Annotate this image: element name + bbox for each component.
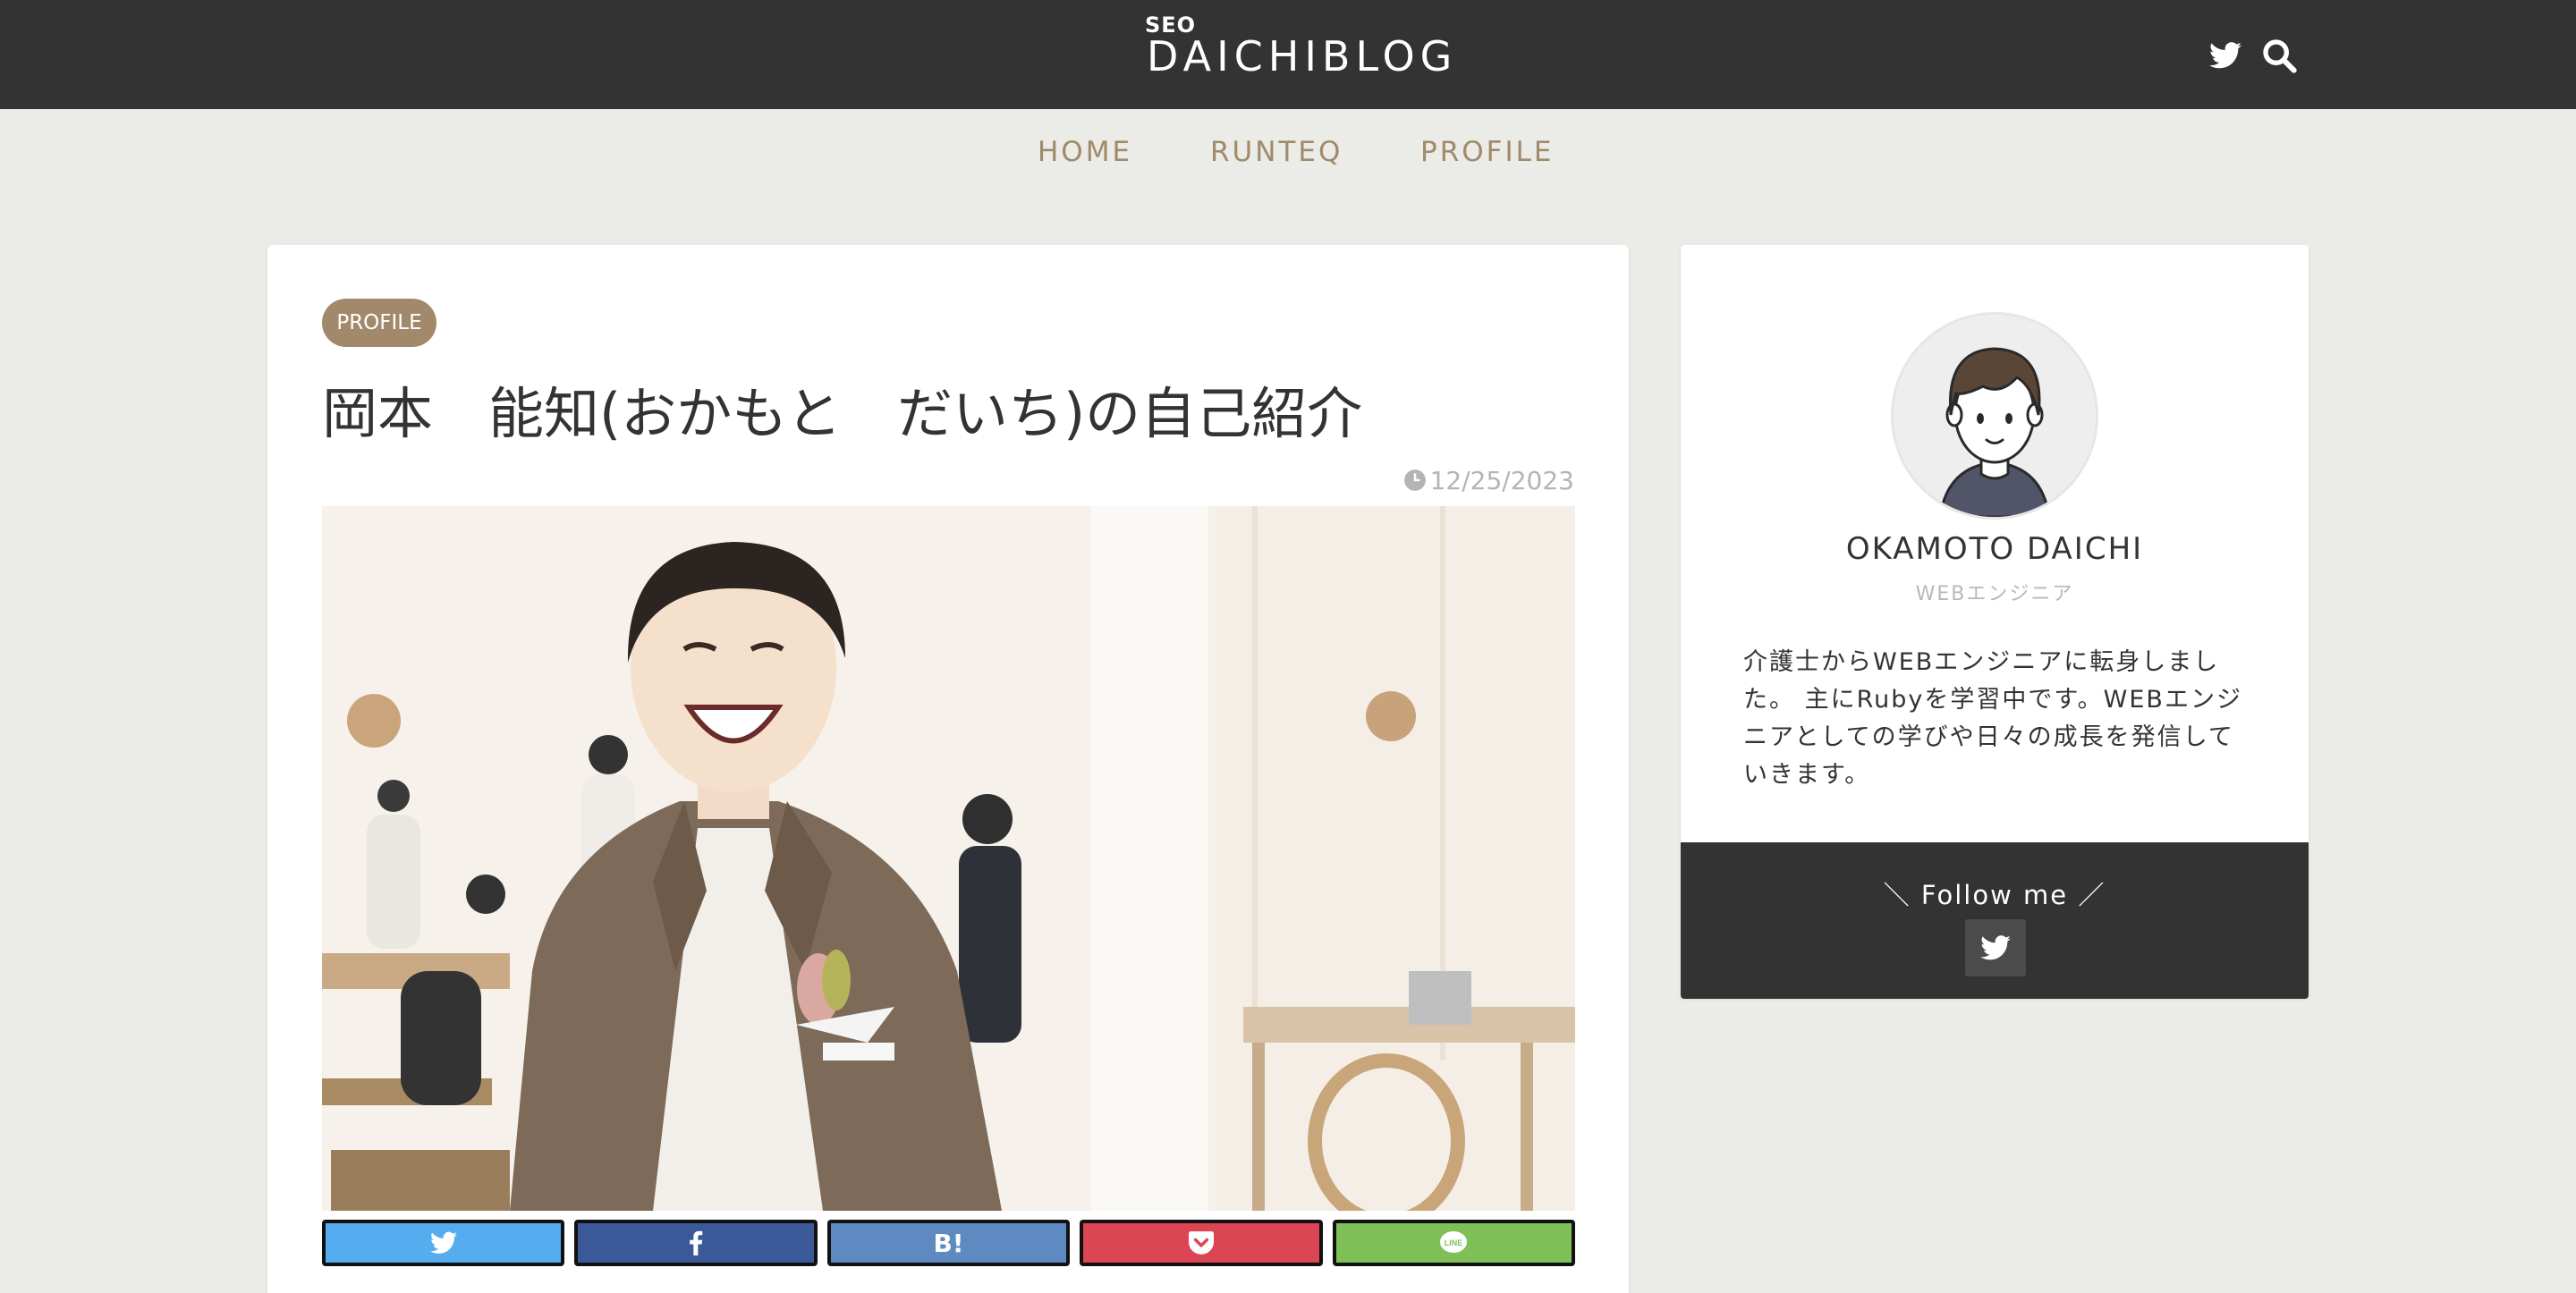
search-icon[interactable] [2259,36,2299,75]
profile-role: WEBエンジニア [1915,583,2074,605]
share-pocket-button[interactable] [1080,1220,1323,1266]
main-nav: HOME RUNTEQ PROFILE [0,109,2576,195]
twitter-icon [1980,935,2011,960]
hatena-bookmark-icon: B! [933,1228,964,1258]
svg-text:LINE: LINE [1445,1238,1463,1247]
date-text: 12/25/2023 [1429,465,1574,495]
share-hatena-button[interactable]: B! [826,1220,1071,1266]
profile-bio: 介護士からWEBエンジニアに転身しました。 主にRubyを学習中です。WEBエン… [1743,648,2242,789]
article-title: 岡本 能知(おかもと だいち)の自己紹介 [322,381,1363,446]
twitter-icon [429,1231,457,1255]
category-badge[interactable]: PROFILE [322,299,436,347]
clock-icon [1403,469,1427,492]
article-date: 12/25/2023 [1403,465,1574,495]
facebook-icon [689,1230,703,1255]
share-buttons: B! LINE [322,1220,1576,1266]
twitter-icon[interactable] [2206,36,2245,75]
share-facebook-button[interactable] [574,1220,818,1266]
follow-me-section: ＼ Follow me ／ [1681,842,2309,999]
line-icon: LINE [1439,1230,1468,1255]
nav-item-profile[interactable]: PROFILE [1420,136,1554,168]
follow-twitter-button[interactable] [1965,919,2026,976]
share-twitter-button[interactable] [322,1220,565,1266]
article-card: PROFILE 岡本 能知(おかもと だいち)の自己紹介 12/25/2023 [267,245,1629,1293]
profile-name: OKAMOTO DAICHI [1845,531,2144,567]
share-line-button[interactable]: LINE [1332,1220,1576,1266]
site-logo[interactable]: SEO DAICHIBLOG [1143,13,1452,84]
logo-main-text: DAICHIBLOG [1147,32,1458,80]
featured-image [322,506,1575,1211]
nav-item-home[interactable]: HOME [1038,136,1132,168]
avatar [1894,315,2096,517]
profile-widget: OKAMOTO DAICHI WEBエンジニア 介護士からWEBエンジニアに転身… [1681,245,2309,999]
site-header: SEO DAICHIBLOG [0,0,2576,109]
nav-item-runteq[interactable]: RUNTEQ [1210,136,1343,168]
pocket-icon [1188,1231,1214,1255]
follow-title: ＼ Follow me ／ [1883,880,2106,910]
